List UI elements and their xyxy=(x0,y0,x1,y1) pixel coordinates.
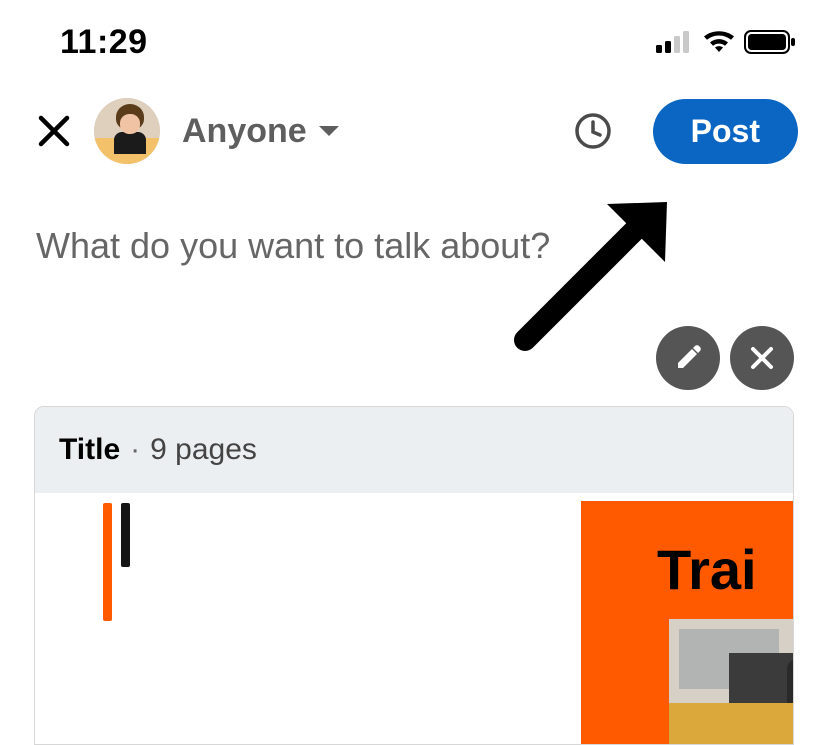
attachment-slide-heading: Trai xyxy=(657,537,757,602)
compose-placeholder: What do you want to talk about? xyxy=(36,224,792,267)
clock-icon xyxy=(574,112,612,150)
audience-selector[interactable]: Anyone xyxy=(182,112,341,151)
battery-icon xyxy=(744,30,796,54)
remove-attachment-button[interactable] xyxy=(730,326,794,390)
attachment-separator: · xyxy=(130,433,140,467)
chevron-down-icon xyxy=(317,123,341,139)
attachment-preview: Trai xyxy=(35,493,793,745)
close-icon xyxy=(749,345,775,371)
avatar-image xyxy=(94,98,160,164)
wifi-icon xyxy=(702,30,736,54)
close-icon xyxy=(37,114,71,148)
composer-header: Anyone Post xyxy=(0,70,828,164)
avatar[interactable] xyxy=(94,98,160,164)
compose-text-area[interactable]: What do you want to talk about? xyxy=(0,164,828,267)
close-button[interactable] xyxy=(36,113,72,149)
status-bar: 11:29 xyxy=(0,0,828,70)
status-icons xyxy=(656,30,796,54)
post-button[interactable]: Post xyxy=(653,99,798,164)
attachment-pages: 9 pages xyxy=(150,433,257,467)
attachment-title: Title xyxy=(59,433,120,467)
attachment-actions xyxy=(656,326,794,390)
attachment-header: Title · 9 pages xyxy=(35,407,793,493)
pencil-icon xyxy=(674,344,702,372)
audience-label: Anyone xyxy=(182,112,307,151)
attachment-card[interactable]: Title · 9 pages Trai xyxy=(34,406,794,745)
attachment-slide-2: Trai xyxy=(581,501,794,745)
edit-attachment-button[interactable] xyxy=(656,326,720,390)
attachment-slide-1 xyxy=(103,503,143,623)
schedule-button[interactable] xyxy=(573,111,613,151)
status-time: 11:29 xyxy=(60,23,148,62)
attachment-slide-photo xyxy=(669,619,794,745)
cellular-signal-icon xyxy=(656,31,694,53)
